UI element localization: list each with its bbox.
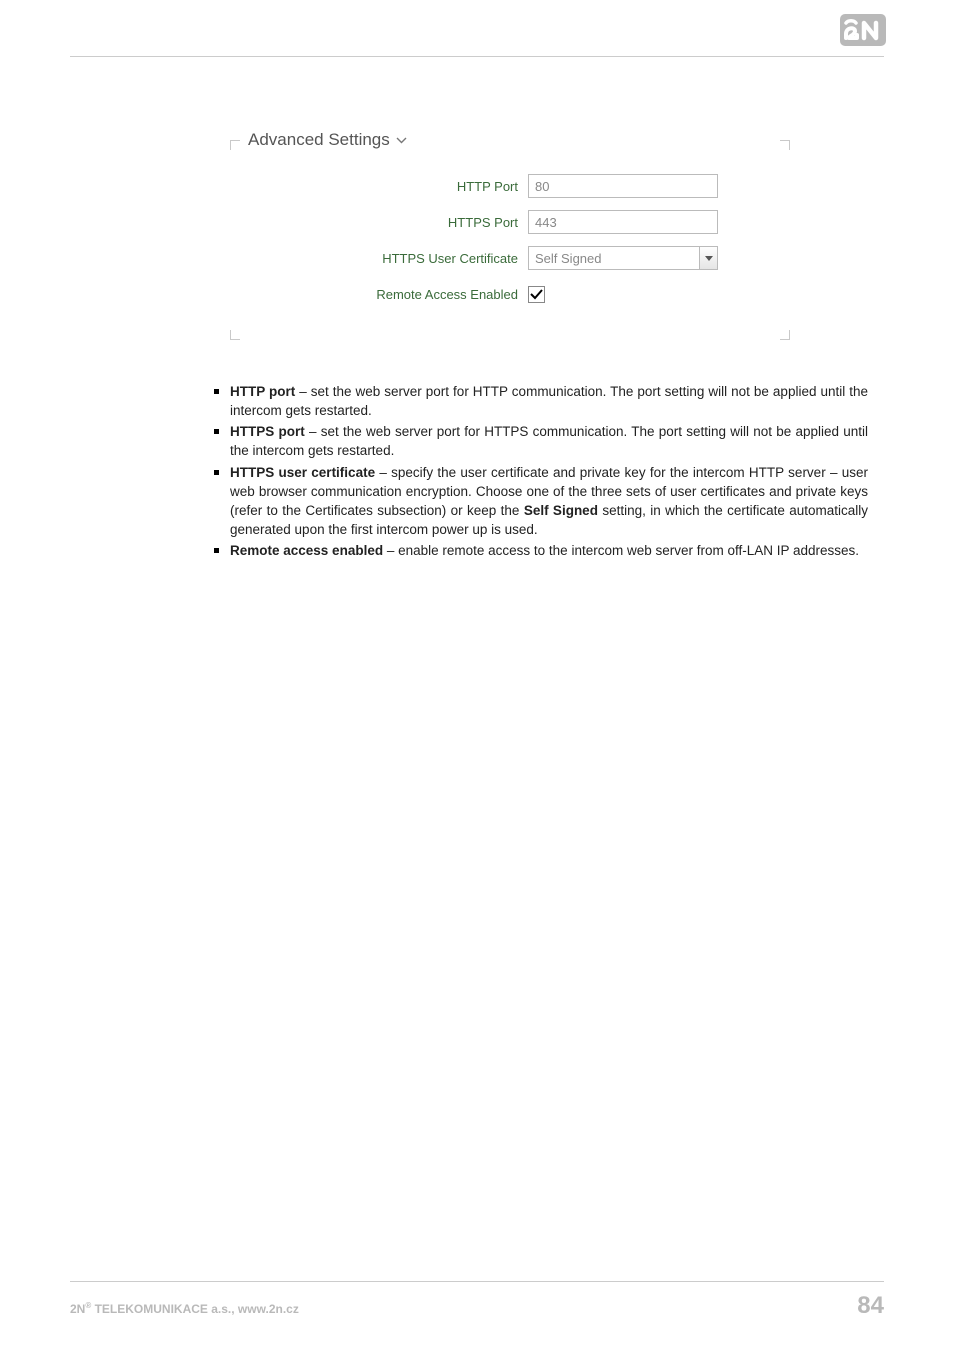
page-number: 84	[857, 1292, 884, 1320]
checkmark-icon	[530, 289, 543, 300]
remote-access-label: Remote Access Enabled	[230, 287, 528, 302]
https-cert-label: HTTPS User Certificate	[230, 251, 528, 266]
list-item: HTTPS port – set the web server port for…	[208, 422, 868, 460]
https-cert-select[interactable]: Self Signed	[528, 246, 718, 270]
header-rule	[70, 56, 884, 57]
http-port-label: HTTP Port	[230, 179, 528, 194]
dropdown-arrow-icon	[699, 247, 717, 269]
advanced-settings-panel: Advanced Settings HTTP Port HTTPS Port H…	[230, 126, 790, 340]
footer-company: 2N® TELEKOMUNIKACE a.s., www.2n.cz	[70, 1301, 299, 1316]
https-port-label: HTTPS Port	[230, 215, 528, 230]
list-item: Remote access enabled – enable remote ac…	[208, 541, 868, 560]
list-item: HTTPS user certificate – specify the use…	[208, 463, 868, 540]
panel-title-row[interactable]: Advanced Settings	[248, 130, 407, 150]
brand-logo-2n	[840, 14, 886, 46]
panel-title: Advanced Settings	[248, 130, 390, 150]
list-item: HTTP port – set the web server port for …	[208, 382, 868, 420]
https-cert-value: Self Signed	[529, 251, 699, 266]
remote-access-checkbox[interactable]	[528, 286, 545, 303]
chevron-down-icon	[396, 137, 407, 144]
page-footer: 2N® TELEKOMUNIKACE a.s., www.2n.cz 84	[70, 1281, 884, 1320]
https-port-input[interactable]	[528, 210, 718, 234]
http-port-input[interactable]	[528, 174, 718, 198]
description-list: HTTP port – set the web server port for …	[208, 382, 868, 560]
